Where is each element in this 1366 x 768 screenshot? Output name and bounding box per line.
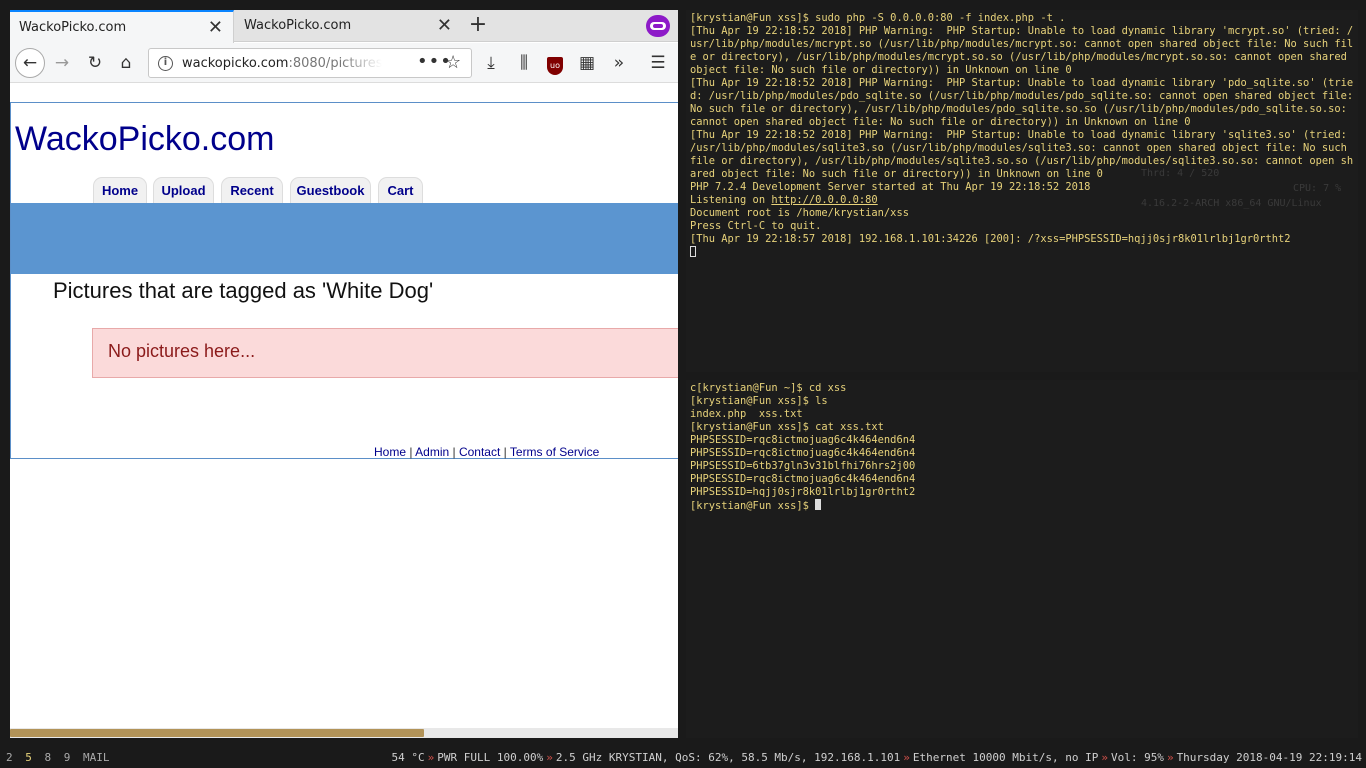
overflow-chevron-icon[interactable]: » xyxy=(607,51,631,75)
terminal-php-server[interactable]: Thrd: 4 / 520 CPU: 7 % 4.16.2-2-ARCH x86… xyxy=(686,10,1358,372)
footer-links: Home | Admin | Contact | Terms of Servic… xyxy=(374,445,599,459)
terminal-line: [krystian@Fun xss]$ ls xyxy=(690,395,828,407)
workspace-item[interactable]: MAIL xyxy=(83,751,110,764)
nav-tab-home[interactable]: Home xyxy=(93,177,147,203)
terminal-line: [Thu Apr 19 22:18:52 2018] PHP Warning: … xyxy=(690,25,1354,76)
terminal-output: c[krystian@Fun ~]$ cd xss [krystian@Fun … xyxy=(690,382,1354,513)
web-page: WackoPicko.com Home Upload Recent Guestb… xyxy=(10,84,678,728)
terminal-line: [Thu Apr 19 22:18:52 2018] PHP Warning: … xyxy=(690,77,1354,128)
extensions-grid-icon[interactable]: ▦ xyxy=(575,51,599,75)
terminal-line: Document root is /home/krystian/xss xyxy=(690,207,909,219)
footer-separator: | xyxy=(406,445,416,459)
page-heading: Pictures that are tagged as 'White Dog' xyxy=(53,278,434,303)
nav-tab-recent[interactable]: Recent xyxy=(221,177,283,203)
terminal-line: PHPSESSID=rqc8ictmojuag6c4k464end6n4 xyxy=(690,473,916,485)
hamburger-menu-icon[interactable]: ☰ xyxy=(646,51,670,75)
workspace-list: 2 5 8 9 MAIL xyxy=(6,748,116,768)
tab-inactive[interactable]: WackoPicko.com ✕ xyxy=(235,10,462,42)
terminal-prompt: [krystian@Fun xss]$ xyxy=(690,500,816,512)
tab-active[interactable]: WackoPicko.com ✕ xyxy=(10,10,234,43)
footer-separator: | xyxy=(449,445,459,459)
home-icon[interactable]: ⌂ xyxy=(114,51,138,75)
ethernet-status: Ethernet 10000 Mbit/s, no IP xyxy=(912,751,1099,764)
footer-link-contact[interactable]: Contact xyxy=(459,445,500,459)
ublock-shield-icon[interactable]: uo xyxy=(543,51,567,75)
site-container: WackoPicko.com Home Upload Recent Guestb… xyxy=(10,102,678,459)
horizontal-scrollbar[interactable] xyxy=(10,728,678,738)
browser-window: WackoPicko.com ✕ WackoPicko.com ✕ + ← → … xyxy=(10,10,678,738)
navigation-toolbar: ← → ↻ ⌂ i wackopicko.com:8080/pictures/s… xyxy=(10,43,678,83)
status-indicators: 54 °C» PWR FULL 100.00%» 2.5 GHz KRYSTIAN,… xyxy=(392,748,1362,768)
terminal-cursor xyxy=(815,499,822,510)
terminal-line: PHPSESSID=rqc8ictmojuag6c4k464end6n4 xyxy=(690,434,916,446)
bookmark-star-icon[interactable]: ☆ xyxy=(445,52,461,73)
close-icon[interactable]: ✕ xyxy=(437,15,452,36)
back-arrow-icon[interactable]: ← xyxy=(15,48,45,78)
tab-title: WackoPicko.com xyxy=(244,18,352,33)
info-icon[interactable]: i xyxy=(158,56,173,71)
terminal-line: index.php xss.txt xyxy=(690,408,803,420)
status-separator: » xyxy=(903,751,910,764)
terminal-line: PHPSESSID=6tb37gln3v31blfhi76hrs2j00 xyxy=(690,460,916,472)
clock-status: Thursday 2018-04-19 22:19:14 xyxy=(1176,751,1362,764)
terminal-line: PHPSESSID=hqjj0sjr8k01lrlbj1gr0rtht2 xyxy=(690,486,916,498)
terminal-line: PHP 7.2.4 Development Server started at … xyxy=(690,181,1091,193)
url-bar[interactable]: i wackopicko.com:8080/pictures/search.ph… xyxy=(148,48,472,78)
nav-tab-cart[interactable]: Cart xyxy=(378,177,423,203)
new-tab-plus-icon[interactable]: + xyxy=(465,12,491,37)
terminal-line: [Thu Apr 19 22:18:57 2018] 192.168.1.101… xyxy=(690,233,1291,245)
library-icon[interactable]: ⫼ xyxy=(512,51,536,75)
nav-tab-upload[interactable]: Upload xyxy=(153,177,214,203)
terminal-line: [krystian@Fun xss]$ sudo php -S 0.0.0.0:… xyxy=(690,12,1066,24)
footer-link-terms[interactable]: Terms of Service xyxy=(510,445,599,459)
temperature-status: 54 °C xyxy=(391,751,425,764)
terminal-line: Press Ctrl-C to quit. xyxy=(690,220,822,232)
footer-link-admin[interactable]: Admin xyxy=(415,445,449,459)
footer-separator: | xyxy=(500,445,510,459)
terminal-output: [krystian@Fun xss]$ sudo php -S 0.0.0.0:… xyxy=(690,12,1354,260)
empty-results-message: No pictures here... xyxy=(108,341,256,361)
wifi-status: 2.5 GHz KRYSTIAN, QoS: 62%, 58.5 Mb/s, 1… xyxy=(555,751,901,764)
terminal-line: [Thu Apr 19 22:18:52 2018] PHP Warning: … xyxy=(690,129,1354,180)
workspace-item[interactable]: 2 xyxy=(6,751,13,764)
url-text[interactable]: wackopicko.com:8080/pictures/search.php?… xyxy=(182,56,382,71)
footer-link-home[interactable]: Home xyxy=(374,445,406,459)
forward-arrow-icon[interactable]: → xyxy=(50,51,74,75)
tab-title: WackoPicko.com xyxy=(19,20,127,35)
volume-status: Vol: 95% xyxy=(1110,751,1164,764)
status-separator: » xyxy=(1101,751,1108,764)
terminal-line: Listening on xyxy=(690,194,772,206)
header-banner xyxy=(11,203,678,274)
download-icon[interactable]: ⤓ xyxy=(479,51,503,75)
terminal-line: [krystian@Fun xss]$ cat xss.txt xyxy=(690,421,884,433)
status-separator: » xyxy=(1166,751,1174,764)
terminal-shell[interactable]: c[krystian@Fun ~]$ cd xss [krystian@Fun … xyxy=(686,380,1358,738)
workspace-item[interactable]: 8 xyxy=(45,751,52,764)
reload-icon[interactable]: ↻ xyxy=(83,51,107,75)
workspace-item-active[interactable]: 5 xyxy=(25,751,32,764)
listening-url-link[interactable]: http://0.0.0.0:80 xyxy=(771,194,877,206)
status-separator: » xyxy=(427,751,435,764)
empty-results-box: No pictures here... xyxy=(92,328,678,378)
private-browsing-mask-icon xyxy=(646,15,670,37)
tab-bar: WackoPicko.com ✕ WackoPicko.com ✕ + xyxy=(10,10,678,43)
status-bar: 2 5 8 9 MAIL 54 °C» PWR FULL 100.00%» 2.5 … xyxy=(0,748,1366,768)
terminal-line: c[krystian@Fun ~]$ cd xss xyxy=(690,382,847,394)
url-path: :8080/pictures/search.php?tag=White Dog xyxy=(288,56,382,71)
close-icon[interactable]: ✕ xyxy=(208,17,223,38)
workspace-item[interactable]: 9 xyxy=(64,751,71,764)
terminal-cursor xyxy=(690,246,696,257)
terminal-line: PHPSESSID=rqc8ictmojuag6c4k464end6n4 xyxy=(690,447,916,459)
power-status: PWR FULL 100.00% xyxy=(437,751,544,764)
url-host: wackopicko.com xyxy=(182,56,289,71)
scrollbar-thumb[interactable] xyxy=(10,729,424,737)
nav-tab-guestbook[interactable]: Guestbook xyxy=(290,177,371,203)
site-logo[interactable]: WackoPicko.com xyxy=(15,120,274,159)
status-separator: » xyxy=(546,751,553,764)
